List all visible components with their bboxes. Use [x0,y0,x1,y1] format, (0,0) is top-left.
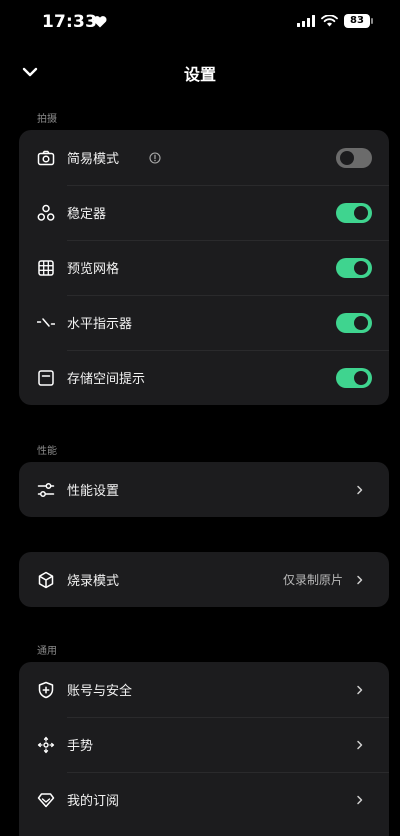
camera-icon [37,150,55,165]
info-icon[interactable] [149,151,161,164]
setting-value: 仅录制原片 [282,573,343,587]
grid-icon [38,259,54,276]
setting-row-stabilizer[interactable]: 稳定器 [19,185,389,240]
setting-label: 水平指示器 [67,317,133,332]
setting-row-account[interactable]: 账号与安全 [19,662,389,717]
toggle-switch[interactable] [336,257,372,278]
sliders-icon [37,482,55,497]
toggle-switch[interactable] [336,147,372,168]
wifi-icon [321,15,338,27]
heart-icon [93,16,107,28]
toggle-switch[interactable] [336,202,372,223]
toggle-switch[interactable] [336,367,372,388]
capture-card: 简易模式 稳定器 预览网格 水平指示器 存储空间提示 [19,130,389,405]
setting-label: 存储空间提示 [67,372,146,387]
setting-label: 账号与安全 [67,684,133,699]
page-title: 设置 [183,65,216,84]
signal-icon [297,15,315,27]
setting-row-burn-mode[interactable]: 烧录模式 仅录制原片 [19,552,389,607]
storage-icon [38,369,54,386]
setting-label: 预览网格 [67,262,120,277]
level-icon [37,317,55,327]
setting-row-preview-grid[interactable]: 预览网格 [19,240,389,295]
setting-row-level-indicator[interactable]: 水平指示器 [19,295,389,350]
shield-icon [38,681,54,698]
stabilizer-icon [37,204,55,221]
performance-card: 性能设置 [19,462,389,517]
toggle-switch[interactable] [336,312,372,333]
setting-row-gesture[interactable]: 手势 [19,717,389,772]
chevron-right-icon [357,795,363,804]
setting-row-storage-alert[interactable]: 存储空间提示 [19,350,389,405]
battery-indicator: 83 [344,14,373,28]
setting-label: 简易模式 [67,152,120,167]
section-label-capture: 拍摄 [37,114,57,125]
setting-row-subscription[interactable]: 我的订阅 [19,772,389,827]
section-label-general: 通用 [37,646,57,657]
chevron-right-icon [357,485,363,494]
setting-row-performance[interactable]: 性能设置 [19,462,389,517]
status-bar: 17:33 83 [0,0,400,44]
status-time: 17:33 [42,12,98,32]
cube-icon [38,571,54,588]
chevron-right-icon [357,575,363,584]
gesture-icon [37,736,55,753]
chevron-right-icon [357,740,363,749]
setting-label: 稳定器 [67,207,107,222]
setting-label: 烧录模式 [67,574,120,589]
general-card: 账号与安全 手势 我的订阅 [19,662,389,836]
burn-mode-card: 烧录模式 仅录制原片 [19,552,389,607]
chevron-right-icon [357,685,363,694]
setting-label: 性能设置 [67,484,120,499]
subscription-icon [37,792,55,807]
setting-label: 手势 [67,739,94,754]
setting-row-simple-mode[interactable]: 简易模式 [19,130,389,185]
section-label-performance: 性能 [37,446,57,457]
setting-label: 我的订阅 [67,794,120,809]
